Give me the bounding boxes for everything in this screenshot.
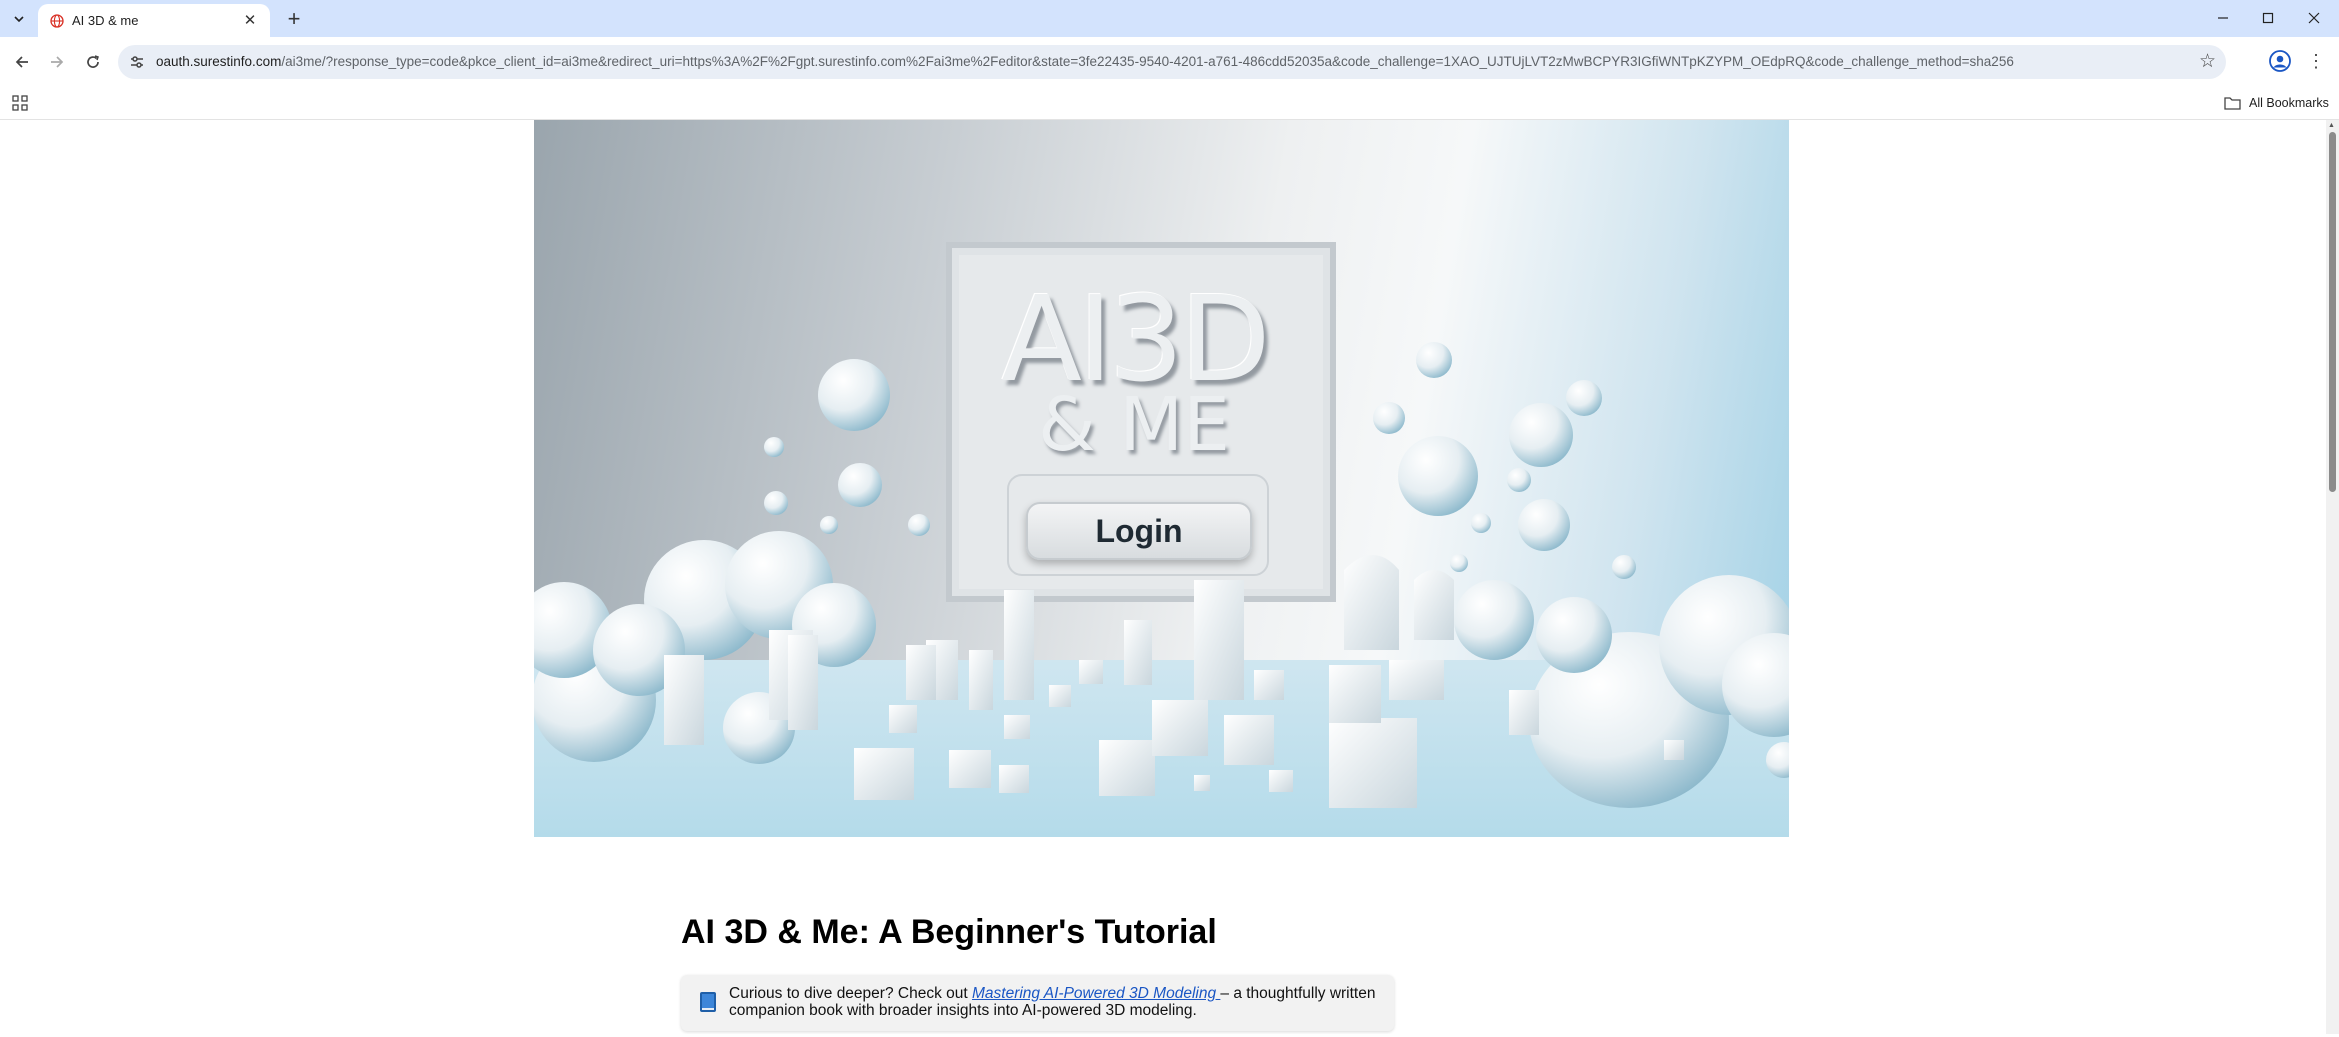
tab-strip: AI 3D & me ✕ + (0, 0, 2339, 37)
globe-icon (50, 14, 64, 28)
all-bookmarks-label: All Bookmarks (2249, 96, 2329, 110)
plus-icon[interactable]: + (282, 6, 306, 31)
close-window-icon[interactable] (2292, 4, 2336, 32)
back-arrow-icon[interactable] (9, 49, 35, 75)
hero-illustration (534, 242, 1789, 837)
url-host: oauth.surestinfo.com (156, 54, 282, 69)
page-content: AI3D & ME Login AI 3D & Me: A Beginner's… (0, 120, 2326, 1034)
all-bookmarks-button[interactable]: All Bookmarks (2224, 94, 2329, 112)
kebab-menu-icon[interactable]: ⋮ (2304, 47, 2328, 75)
hero-subtitle: & ME (1038, 382, 1230, 468)
address-bar[interactable]: oauth.surestinfo.com/ai3me/?response_typ… (118, 45, 2226, 79)
reload-icon[interactable] (80, 49, 106, 75)
star-icon[interactable]: ☆ (2199, 50, 2216, 73)
chevron-down-icon[interactable] (6, 8, 32, 30)
callout-text: Curious to dive deeper? Check out Master… (729, 985, 1379, 1019)
url-text[interactable]: oauth.surestinfo.com/ai3me/?response_typ… (156, 54, 2014, 69)
bookmarks-bar: All Bookmarks (0, 87, 2339, 120)
scrollbar-thumb[interactable] (2329, 132, 2336, 492)
login-button[interactable]: Login (1026, 502, 1252, 560)
hero-image: AI3D & ME Login (534, 120, 1789, 837)
maximize-icon[interactable] (2246, 4, 2290, 32)
apps-grid-icon[interactable] (12, 95, 28, 111)
tab-active[interactable]: AI 3D & me ✕ (38, 4, 270, 37)
page-scrollbar[interactable]: ▲ (2326, 120, 2339, 1034)
book-icon (700, 992, 716, 1012)
browser-toolbar: oauth.surestinfo.com/ai3me/?response_typ… (0, 37, 2339, 87)
tab-title: AI 3D & me (72, 13, 139, 28)
hero-title: AI3D (1001, 270, 1270, 408)
tune-icon[interactable] (128, 53, 146, 71)
close-icon[interactable]: ✕ (240, 10, 260, 30)
url-path: /ai3me/?response_type=code&pkce_client_i… (281, 54, 2014, 69)
folder-icon (2224, 97, 2241, 110)
scroll-up-arrow-icon[interactable]: ▲ (2328, 122, 2335, 129)
book-link[interactable]: Mastering AI-Powered 3D Modeling (972, 985, 1220, 1002)
book-callout: Curious to dive deeper? Check out Master… (681, 975, 1394, 1031)
page-title: AI 3D & Me: A Beginner's Tutorial (681, 913, 1217, 951)
callout-text-before: Curious to dive deeper? Check out (729, 985, 972, 1002)
forward-arrow-icon[interactable] (44, 49, 70, 75)
profile-icon[interactable] (2268, 49, 2292, 73)
minimize-icon[interactable] (2201, 4, 2245, 32)
